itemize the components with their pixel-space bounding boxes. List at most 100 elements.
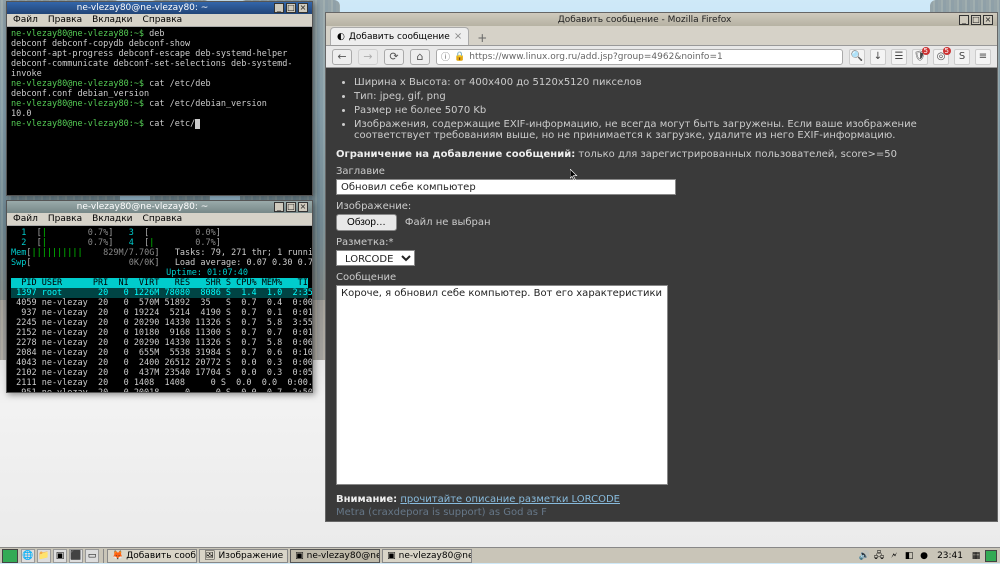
menubar: Файл Правка Вкладки Справка [7, 213, 312, 226]
list-item: Тип: jpeg, gif, png [354, 91, 987, 102]
title-label: Заглавие [336, 166, 987, 177]
list-item: Ширина x Высота: от 400x400 до 5120x5120… [354, 77, 987, 88]
tray-icon[interactable]: ▦ [970, 550, 982, 562]
menu-edit[interactable]: Правка [48, 15, 82, 25]
markup-select[interactable]: LORCODE [336, 250, 415, 266]
quick-launch-browser[interactable]: 🌐 [21, 549, 35, 563]
taskbar-button[interactable]: 🖼Изображение [199, 549, 288, 563]
terminal-window-1[interactable]: ne-vlezay80@ne-vlezay80: ~ _ □ × Файл Пр… [6, 1, 313, 196]
url-bar[interactable]: ⓘ 🔒 https://www.linux.org.ru/add.jsp?gro… [436, 49, 843, 65]
tab-label: Добавить сообщение [349, 32, 450, 42]
task-icon: 🦊 [112, 551, 123, 561]
menu-tabs[interactable]: Вкладки [92, 15, 132, 25]
restriction-line: Ограничение на добавление сообщений: тол… [336, 149, 987, 160]
quick-launch-files[interactable]: 📁 [37, 549, 51, 563]
titlebar[interactable]: Добавить сообщение - Mozilla Firefox _ □… [326, 13, 997, 26]
image-label: Изображение: [336, 201, 987, 212]
window-title: Добавить сообщение - Mozilla Firefox [330, 15, 959, 25]
battery-icon[interactable]: 🗲 [888, 550, 900, 562]
maximize-button[interactable]: □ [286, 202, 296, 212]
back-button[interactable]: ← [332, 49, 352, 65]
terminal-window-2[interactable]: ne-vlezay80@ne-vlezay80: ~ _ □ × Файл Пр… [6, 200, 313, 393]
markup-label: Разметка:* [336, 237, 987, 248]
title-input[interactable] [336, 179, 676, 195]
tab-favicon: ◐ [337, 32, 345, 42]
volume-icon[interactable]: 🔊 [858, 550, 870, 562]
close-button[interactable]: × [298, 3, 308, 13]
minimize-button[interactable]: _ [274, 3, 284, 13]
network-icon[interactable]: 🖧 [873, 550, 885, 562]
minimize-button[interactable]: _ [274, 202, 284, 212]
home-button[interactable]: ⌂ [410, 49, 430, 65]
browser-tab[interactable]: ◐ Добавить сообщение × [330, 27, 469, 45]
minimize-button[interactable]: _ [959, 15, 969, 25]
menu-help[interactable]: Справка [143, 214, 183, 224]
adblock-icon[interactable]: 🛡5 [912, 49, 928, 65]
close-button[interactable]: × [983, 15, 993, 25]
tab-close-icon[interactable]: × [454, 31, 462, 42]
firefox-window[interactable]: Добавить сообщение - Mozilla Firefox _ □… [325, 12, 998, 522]
new-tab-button[interactable]: + [473, 31, 491, 45]
close-button[interactable]: × [298, 202, 308, 212]
task-icon: ▣ [295, 551, 304, 561]
task-label: ne-vlezay80@ne-v… [307, 551, 380, 561]
tab-bar: ◐ Добавить сообщение × + [326, 26, 997, 46]
start-button[interactable] [2, 549, 18, 563]
requirements-list: Ширина x Высота: от 400x400 до 5120x5120… [354, 77, 987, 141]
show-desktop[interactable]: ▭ [85, 549, 99, 563]
clock[interactable]: 23:41 [937, 551, 963, 561]
lock-icon: 🔒 [454, 52, 465, 62]
task-icon: ▣ [387, 551, 396, 561]
titlebar[interactable]: ne-vlezay80@ne-vlezay80: ~ _ □ × [7, 201, 312, 213]
downloads-icon[interactable]: ↓ [870, 49, 886, 65]
extension-icon[interactable]: ◎5 [933, 49, 949, 65]
message-textarea[interactable] [336, 285, 668, 485]
mouse-cursor [570, 169, 578, 181]
noscript-icon[interactable]: S [954, 49, 970, 65]
menu-icon[interactable]: ≡ [975, 49, 991, 65]
task-label: ne-vlezay80@ne-v… [399, 551, 472, 561]
list-item: Размер не более 5070 Kb [354, 105, 987, 116]
taskbar-button[interactable]: 🦊Добавить сообщ… [107, 549, 197, 563]
page-content[interactable]: Ширина x Высота: от 400x400 до 5120x5120… [326, 68, 997, 521]
browse-button[interactable]: Обзор… [336, 214, 397, 231]
system-tray: 🔊 🖧 🗲 ◧ ● 23:41 ▦ [858, 550, 1000, 562]
separator [103, 549, 104, 563]
library-icon[interactable]: ☰ [891, 49, 907, 65]
menu-tabs[interactable]: Вкладки [92, 214, 132, 224]
taskbar: 🌐 📁 ▣ ⬛ ▭ 🦊Добавить сообщ…🖼Изображение▣n… [0, 547, 1000, 563]
menubar: Файл Правка Вкладки Справка [7, 14, 312, 27]
window-title: ne-vlezay80@ne-vlezay80: ~ [11, 202, 274, 212]
forward-button[interactable]: → [358, 49, 378, 65]
url-text: https://www.linux.org.ru/add.jsp?group=4… [469, 52, 722, 62]
shield-icon: ⓘ [441, 50, 450, 63]
titlebar[interactable]: ne-vlezay80@ne-vlezay80: ~ _ □ × [7, 2, 312, 14]
markup-help-link[interactable]: прочитайте описание разметки LORCODE [400, 494, 620, 505]
maximize-button[interactable]: □ [286, 3, 296, 13]
tags-line: Metra (craxdepora is support) as God as … [336, 507, 987, 518]
task-label: Изображение [218, 551, 283, 561]
menu-edit[interactable]: Правка [48, 214, 82, 224]
quick-launch-term[interactable]: ▣ [53, 549, 67, 563]
list-item: Изображения, содержащие EXIF-информацию,… [354, 119, 987, 141]
taskbar-button[interactable]: ▣ne-vlezay80@ne-v… [290, 549, 380, 563]
reload-button[interactable]: ⟳ [384, 49, 404, 65]
logout-icon[interactable] [985, 550, 997, 562]
window-title: ne-vlezay80@ne-vlezay80: ~ [11, 3, 274, 13]
quick-launch-app[interactable]: ⬛ [69, 549, 83, 563]
menu-file[interactable]: Файл [13, 15, 38, 25]
no-file-text: Файл не выбран [405, 217, 491, 228]
terminal-viewport[interactable]: ne-vlezay80@ne-vlezay80:~$ debdebconf de… [7, 27, 312, 195]
menu-file[interactable]: Файл [13, 214, 38, 224]
terminal-viewport[interactable]: 1 [| 0.7%] 3 [ 0.0%] 2 [| 0.7%] 4 [| 0.7… [7, 226, 312, 392]
message-label: Сообщение [336, 272, 987, 283]
toolbar: ← → ⟳ ⌂ ⓘ 🔒 https://www.linux.org.ru/add… [326, 46, 997, 68]
maximize-button[interactable]: □ [971, 15, 981, 25]
taskbar-button[interactable]: ▣ne-vlezay80@ne-v… [382, 549, 472, 563]
menu-help[interactable]: Справка [143, 15, 183, 25]
search-icon[interactable]: 🔍 [849, 49, 865, 65]
task-label: Добавить сообщ… [126, 551, 197, 561]
task-icon: 🖼 [204, 551, 215, 561]
tray-icon[interactable]: ● [918, 550, 930, 562]
tray-icon[interactable]: ◧ [903, 550, 915, 562]
